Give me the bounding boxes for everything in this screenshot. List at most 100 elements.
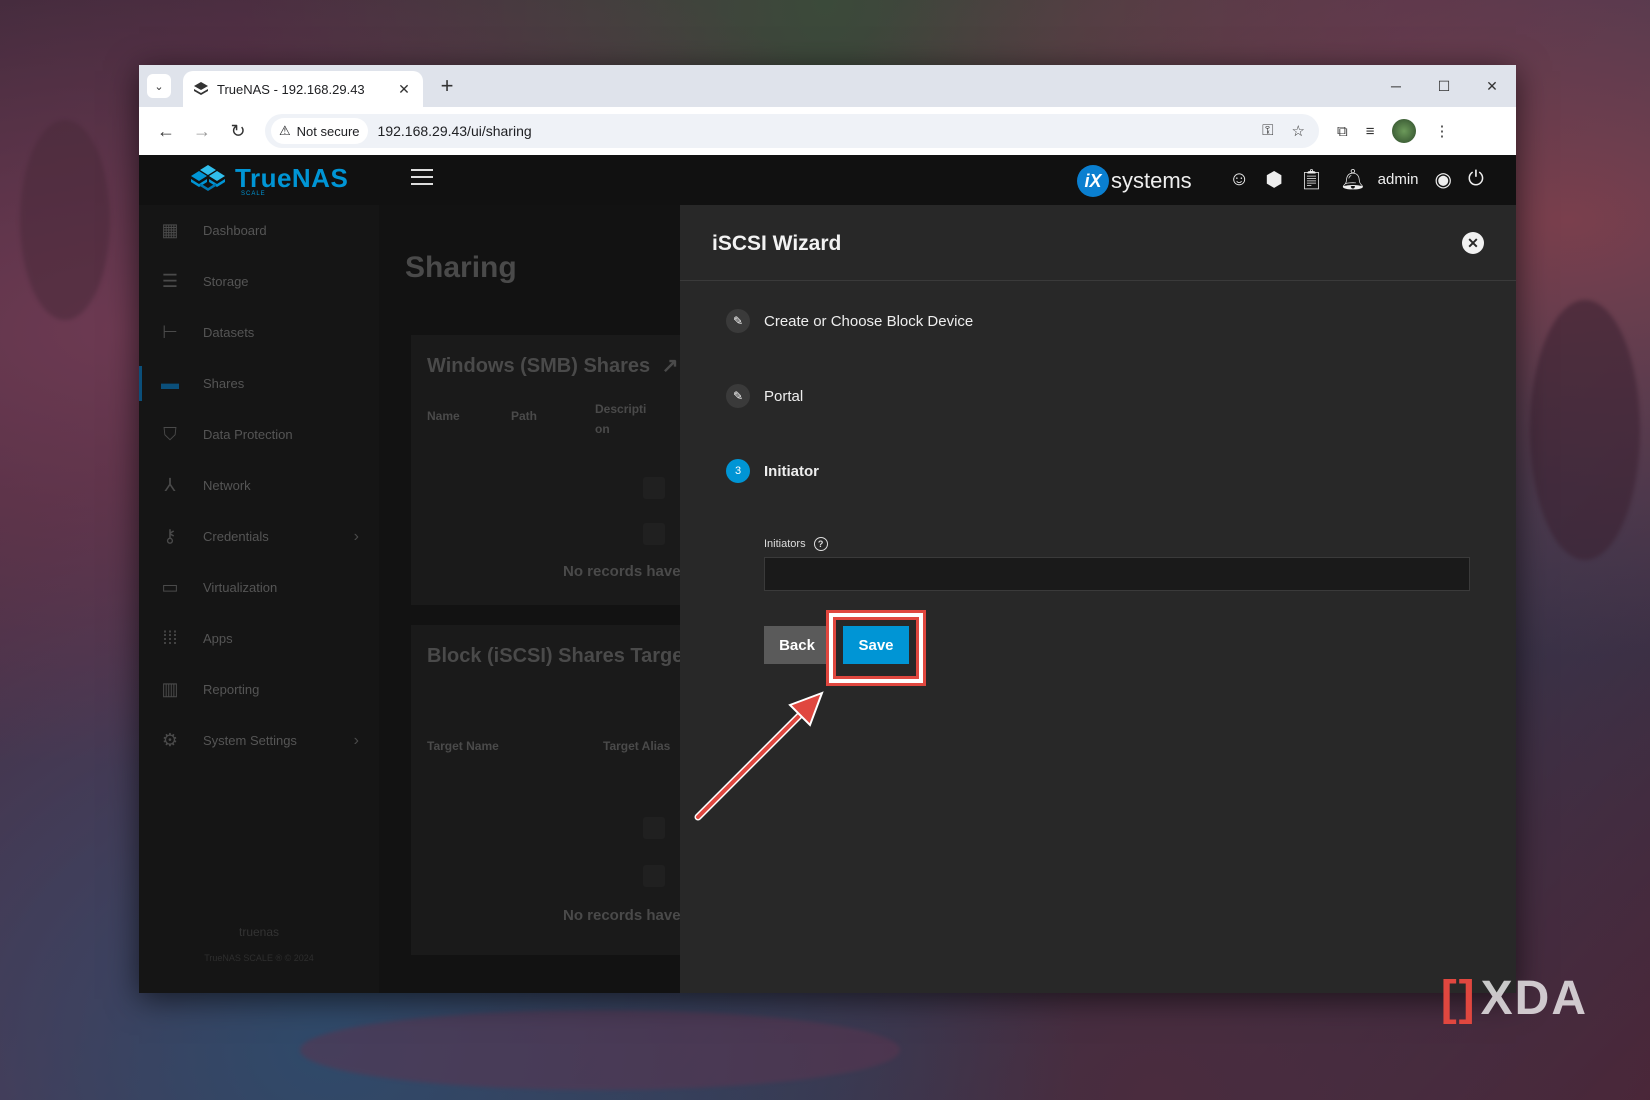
notifications-bell-icon[interactable]: 🔔︎	[1340, 167, 1365, 192]
step-portal[interactable]: ✎ Portal	[726, 384, 803, 408]
empty-placeholder-icon	[643, 817, 665, 839]
tab-search-button[interactable]: ⌄	[147, 74, 171, 98]
initiators-input[interactable]	[764, 557, 1470, 591]
help-question-icon[interactable]: ?	[813, 537, 828, 551]
sidebar-item-label: Data Protection	[203, 427, 293, 442]
dashboard-icon: ▦	[161, 220, 179, 240]
pencil-icon: ✎	[726, 309, 750, 333]
open-in-new-icon[interactable]: ↗	[662, 355, 679, 377]
minimize-icon[interactable]: ─	[1372, 65, 1420, 107]
sidebar-item-data-protection[interactable]: ⛉ Data Protection	[139, 409, 379, 460]
logo-text: TrueNAS	[235, 163, 349, 193]
maximize-icon[interactable]: ☐	[1420, 65, 1468, 107]
key-icon: ⚷	[163, 526, 177, 546]
sidebar-item-apps[interactable]: ⁞⁞⁞ Apps	[139, 613, 379, 664]
empty-placeholder-icon	[643, 477, 665, 499]
sidebar-item-virtualization[interactable]: ▭ Virtualization	[139, 562, 379, 613]
sidebar-item-label: Network	[203, 478, 251, 493]
iscsi-wizard-panel: iSCSI Wizard ✕ ✎ Create or Choose Block …	[680, 205, 1516, 993]
step-label: Initiator	[764, 462, 819, 480]
wizard-header: iSCSI Wizard ✕	[680, 205, 1516, 281]
datasets-icon: ⊢	[162, 322, 178, 342]
chevron-right-icon: ›	[353, 527, 359, 545]
sidebar-version: TrueNAS SCALE ® © 2024	[204, 953, 314, 963]
step-initiator[interactable]: 3 Initiator	[726, 459, 819, 483]
power-icon[interactable]: ⏻	[1468, 168, 1484, 191]
feedback-icon[interactable]: ☺	[1229, 168, 1249, 191]
column-header: Name	[427, 409, 460, 423]
step-label: Create or Choose Block Device	[764, 312, 974, 330]
app-topbar: TrueNAS SCALE iX systems ☺ ⬢ 📋︎ 🔔︎ admin…	[139, 155, 1516, 205]
warning-icon: ⚠	[279, 123, 291, 138]
sidebar-item-storage[interactable]: ☰ Storage	[139, 256, 379, 307]
gear-icon: ⚙	[161, 730, 179, 750]
truenas-app: TrueNAS SCALE iX systems ☺ ⬢ 📋︎ 🔔︎ admin…	[139, 155, 1516, 993]
back-button[interactable]: Back	[764, 626, 830, 664]
reload-icon[interactable]: ↻	[221, 114, 255, 148]
new-tab-button[interactable]: +	[435, 73, 459, 99]
browser-tab[interactable]: TrueNAS - 192.168.29.43 ✕	[183, 71, 423, 107]
truenas-favicon-icon	[194, 82, 208, 95]
chevron-right-icon: ›	[353, 731, 359, 749]
address-bar[interactable]: ⚠ Not secure 192.168.29.43/ui/sharing ⚿ …	[265, 114, 1319, 148]
sidebar-item-label: Datasets	[203, 325, 255, 340]
sidebar-item-shares[interactable]: ▬ Shares	[139, 358, 379, 409]
wizard-title: iSCSI Wizard	[712, 232, 842, 255]
browser-toolbar: ← → ↻ ⚠ Not secure 192.168.29.43/ui/shar…	[139, 107, 1516, 155]
column-header: Target Name	[427, 739, 499, 753]
security-chip[interactable]: ⚠ Not secure	[271, 118, 368, 144]
tab-strip: ⌄ TrueNAS - 192.168.29.43 ✕ + ─ ☐ ✕	[139, 65, 1516, 107]
shares-icon: ▬	[161, 373, 179, 393]
tab-close-icon[interactable]: ✕	[395, 81, 413, 98]
window-controls: ─ ☐ ✕	[1372, 65, 1516, 107]
column-header: Target Alias	[603, 739, 671, 753]
close-icon[interactable]: ✕	[1462, 232, 1484, 254]
truenas-logo[interactable]: TrueNAS SCALE	[187, 163, 349, 197]
tab-title: TrueNAS - 192.168.29.43	[217, 81, 365, 97]
profile-avatar[interactable]	[1392, 119, 1417, 143]
forward-arrow-icon[interactable]: →	[185, 114, 219, 148]
pointer-arrow-annotation	[694, 691, 824, 821]
no-records-text: No records have	[563, 563, 681, 580]
chevron-down-icon: ⌄	[154, 80, 164, 93]
browser-menu-icon[interactable]: ⋮	[1434, 122, 1449, 140]
step-number-badge: 3	[726, 459, 750, 483]
extensions-puzzle-icon[interactable]: ⧉	[1337, 123, 1348, 140]
ixsystems-logo[interactable]: iX systems	[1077, 165, 1192, 197]
sidebar-item-credentials[interactable]: ⚷ Credentials ›	[139, 511, 379, 562]
xda-watermark: [] XDA	[1440, 972, 1588, 1025]
step-block-device[interactable]: ✎ Create or Choose Block Device	[726, 309, 973, 333]
shield-icon: ⛉	[163, 424, 177, 444]
password-key-icon[interactable]: ⚿	[1262, 122, 1273, 140]
sidebar-item-label: System Settings	[203, 733, 297, 748]
smb-card-title[interactable]: Windows (SMB) Shares ↗	[427, 353, 679, 378]
browser-window: ⌄ TrueNAS - 192.168.29.43 ✕ + ─ ☐ ✕ ← → …	[139, 65, 1516, 993]
truecommand-icon[interactable]: ⬢	[1265, 167, 1282, 192]
empty-placeholder-icon	[643, 865, 665, 887]
sidebar-item-reporting[interactable]: ▥ Reporting	[139, 664, 379, 715]
sidebar-item-dashboard[interactable]: ▦ Dashboard	[139, 205, 379, 256]
sidebar-item-system-settings[interactable]: ⚙ System Settings ›	[139, 715, 379, 766]
media-controls-icon[interactable]: ≡	[1366, 123, 1375, 140]
apps-grid-icon: ⁞⁞⁞	[162, 628, 178, 648]
url-text[interactable]: 192.168.29.43/ui/sharing	[378, 123, 1263, 139]
bookmark-star-icon[interactable]: ☆	[1292, 122, 1305, 140]
back-arrow-icon[interactable]: ←	[149, 114, 183, 148]
menu-toggle-icon[interactable]	[411, 169, 433, 187]
ix-text: systems	[1111, 168, 1192, 193]
jobs-clipboard-icon[interactable]: 📋︎	[1299, 167, 1324, 192]
column-header: Path	[511, 409, 538, 423]
save-highlight-box	[826, 610, 926, 686]
empty-placeholder-icon	[643, 523, 665, 545]
storage-icon: ☰	[161, 271, 179, 291]
sidebar-item-network[interactable]: ⅄ Network	[139, 460, 379, 511]
laptop-icon: ▭	[161, 577, 179, 597]
window-close-icon[interactable]: ✕	[1468, 65, 1516, 107]
step-label: Portal	[764, 387, 804, 405]
sidebar-item-label: Virtualization	[203, 580, 278, 595]
sidebar-item-datasets[interactable]: ⊢ Datasets	[139, 307, 379, 358]
security-label: Not secure	[296, 123, 360, 139]
sidebar-item-label: Storage	[203, 274, 249, 289]
sidebar: ▦ Dashboard ☰ Storage ⊢ Datasets ▬ Shares ⛉ D…	[139, 205, 379, 993]
account-circle-icon[interactable]: ◉	[1435, 167, 1452, 192]
